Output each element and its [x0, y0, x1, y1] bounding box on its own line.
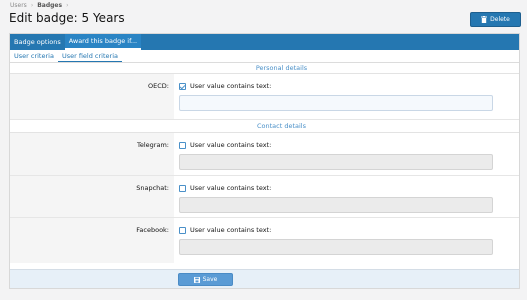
section-personal-details: Personal details — [10, 63, 519, 74]
secondary-tabs: User criteria User field criteria — [10, 50, 519, 63]
badge-form-panel: Badge options Award this badge if... Use… — [9, 33, 520, 289]
field-row-telegram: Telegram: User value contains text: — [10, 133, 519, 176]
telegram-checkbox-label[interactable]: User value contains text: — [190, 141, 271, 149]
delete-button[interactable]: Delete — [470, 12, 521, 27]
form-footer: Save — [10, 269, 519, 288]
breadcrumb: Users › Badges › — [10, 2, 68, 9]
facebook-checkbox-label[interactable]: User value contains text: — [190, 226, 271, 234]
save-label: Save — [202, 276, 218, 283]
telegram-checkbox[interactable] — [179, 141, 186, 149]
chevron-right-icon: › — [66, 2, 69, 9]
field-row-oecd: OECD: User value contains text: — [10, 74, 519, 120]
breadcrumb-users[interactable]: Users — [10, 2, 27, 9]
snapchat-checkbox[interactable] — [179, 184, 186, 192]
primary-tabs: Badge options Award this badge if... — [10, 34, 519, 50]
tab-user-criteria[interactable]: User criteria — [10, 50, 58, 62]
section-contact-details: Contact details — [10, 120, 519, 133]
field-label-telegram: Telegram: — [10, 133, 174, 175]
chevron-right-icon: › — [30, 2, 34, 9]
snapchat-text-input[interactable] — [179, 197, 493, 213]
oecd-checkbox-label[interactable]: User value contains text: — [190, 82, 271, 90]
oecd-text-input[interactable] — [179, 95, 493, 111]
oecd-checkbox[interactable] — [179, 82, 186, 90]
tab-award-criteria[interactable]: Award this badge if... — [64, 34, 142, 50]
facebook-text-input[interactable] — [179, 239, 493, 255]
field-label-snapchat: Snapchat: — [10, 176, 174, 217]
field-label-facebook: Facebook: — [10, 218, 174, 263]
save-icon — [193, 276, 200, 283]
facebook-checkbox[interactable] — [179, 226, 186, 234]
delete-label: Delete — [490, 16, 510, 23]
snapchat-checkbox-label[interactable]: User value contains text: — [190, 184, 271, 192]
breadcrumb-badges[interactable]: Badges — [37, 2, 62, 9]
save-button[interactable]: Save — [178, 273, 233, 286]
tab-user-field-criteria[interactable]: User field criteria — [57, 50, 122, 62]
field-label-oecd: OECD: — [10, 74, 174, 119]
page-title: Edit badge: 5 Years — [9, 11, 125, 25]
trash-icon — [481, 16, 488, 23]
telegram-text-input[interactable] — [179, 154, 493, 170]
field-row-snapchat: Snapchat: User value contains text: — [10, 176, 519, 218]
tab-badge-options[interactable]: Badge options — [10, 34, 65, 50]
field-row-facebook: Facebook: User value contains text: — [10, 218, 519, 263]
